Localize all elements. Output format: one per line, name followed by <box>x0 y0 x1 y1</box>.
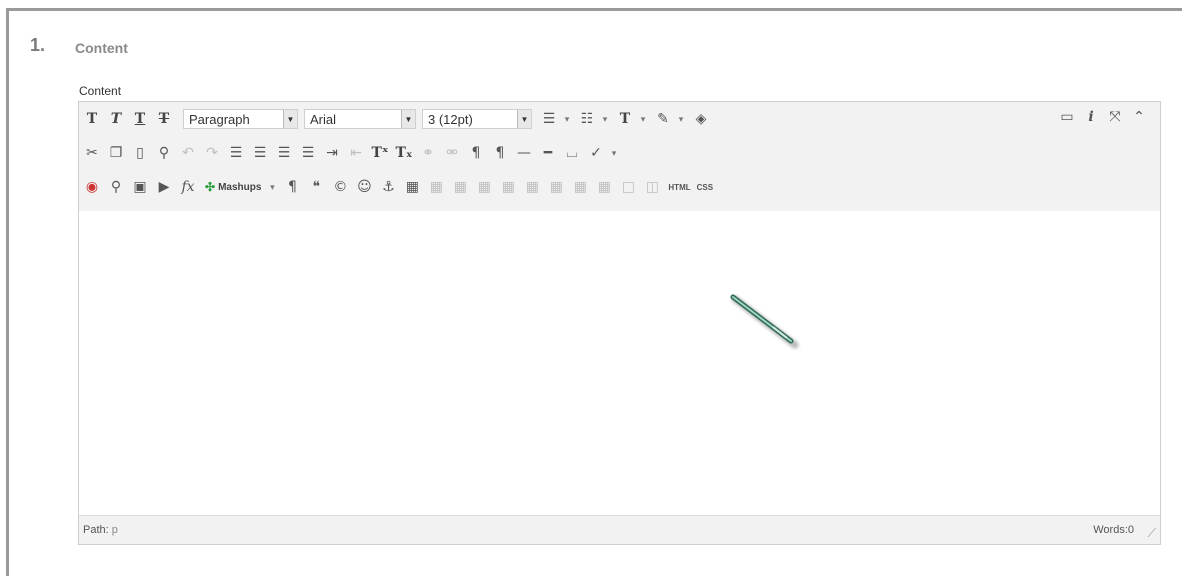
equation-icon[interactable]: fx <box>177 176 199 198</box>
chevron-down-icon: ▼ <box>283 110 297 128</box>
insert-col-before-icon[interactable]: ▦ <box>545 176 567 198</box>
pen-cursor-icon <box>730 294 799 349</box>
info-icon[interactable]: i <box>1080 106 1102 128</box>
image-icon[interactable]: ▣ <box>129 176 151 198</box>
css-button[interactable]: CSS <box>694 176 716 198</box>
editor-statusbar: Path: p Words:0 ⟋ <box>79 515 1160 544</box>
quote-icon[interactable]: ❝ <box>305 176 327 198</box>
table-row-props-icon[interactable]: ▦ <box>425 176 447 198</box>
dropdown-arrow-icon[interactable]: ▾ <box>562 114 572 125</box>
subscript-icon[interactable]: Tₓ <box>393 142 415 164</box>
field-label: Content <box>79 84 122 98</box>
rich-text-editor: T T T T Paragraph ▼ Arial ▼ 3 (12pt) ▼ ☰… <box>78 101 1161 545</box>
unlink-icon[interactable]: ⚮ <box>441 142 463 164</box>
element-path: Path: p <box>83 524 118 536</box>
toolbar-row-3: ◉ ⚲ ▣ ▶ fx ✣ Mashups ▾ ¶ ❝ © ☺ ⚓ ▦ ▦ ▦ ▦… <box>81 174 716 200</box>
html-button[interactable]: HTML <box>665 176 693 198</box>
merge-cells-icon[interactable]: ◫ <box>641 176 663 198</box>
media-icon[interactable]: ▶ <box>153 176 175 198</box>
toolbar-right-tools: ▭ i ⤧ ⌃ <box>1056 106 1152 128</box>
record-icon[interactable]: ◉ <box>81 176 103 198</box>
dropdown-arrow-icon[interactable]: ▾ <box>609 148 619 159</box>
path-value[interactable]: p <box>112 524 118 536</box>
insert-row-before-icon[interactable]: ▦ <box>473 176 495 198</box>
strikethrough-icon[interactable]: T <box>153 108 175 130</box>
anchor-icon[interactable]: ⚓ <box>377 176 399 198</box>
dropdown-arrow-icon[interactable]: ▾ <box>267 182 277 193</box>
nbsp-icon[interactable]: ⌴ <box>561 142 583 164</box>
italic-icon[interactable]: T <box>105 108 127 130</box>
toolbar-row-1: T T T T Paragraph ▼ Arial ▼ 3 (12pt) ▼ ☰… <box>81 106 714 132</box>
word-count: Words:0 <box>1093 524 1134 536</box>
step-title: Content <box>75 40 128 56</box>
chevron-down-icon: ▼ <box>401 110 415 128</box>
dropdown-arrow-icon[interactable]: ▾ <box>676 114 686 125</box>
collapse-icon[interactable]: ⌃ <box>1128 106 1150 128</box>
numbered-list-icon[interactable]: ☷ <box>576 108 598 130</box>
split-cells-icon[interactable]: □ <box>617 176 639 198</box>
spellcheck-icon[interactable]: ✓ <box>585 142 607 164</box>
format-select[interactable]: Paragraph ▼ <box>183 109 298 129</box>
redo-icon[interactable]: ↷ <box>201 142 223 164</box>
rtl-icon[interactable]: ¶ <box>489 142 511 164</box>
outdent-icon[interactable]: ⇤ <box>345 142 367 164</box>
bullet-list-icon[interactable]: ☰ <box>538 108 560 130</box>
superscript-icon[interactable]: Tˣ <box>369 142 391 164</box>
chevron-down-icon: ▼ <box>517 110 531 128</box>
find-icon[interactable]: ⚲ <box>153 142 175 164</box>
link-icon[interactable]: ⚭ <box>417 142 439 164</box>
emoticon-icon[interactable]: ☺ <box>353 176 375 198</box>
insert-col-after-icon[interactable]: ▦ <box>569 176 591 198</box>
copyright-icon[interactable]: © <box>329 176 351 198</box>
resize-handle-icon[interactable]: ⟋ <box>1148 526 1156 541</box>
paste-icon[interactable]: ▯ <box>129 142 151 164</box>
size-select-value: 3 (12pt) <box>428 111 473 127</box>
align-left-icon[interactable]: ☰ <box>225 142 247 164</box>
path-label: Path: <box>83 524 109 536</box>
delete-col-icon[interactable]: ▦ <box>593 176 615 198</box>
paragraph-mark-icon[interactable]: ¶ <box>281 176 303 198</box>
dropdown-arrow-icon[interactable]: ▾ <box>638 114 648 125</box>
text-color-icon[interactable]: T <box>614 108 636 130</box>
editor-toolbar: T T T T Paragraph ▼ Arial ▼ 3 (12pt) ▼ ☰… <box>79 102 1160 212</box>
copy-icon[interactable]: ❐ <box>105 142 127 164</box>
step-number: 1. <box>30 35 46 55</box>
size-select[interactable]: 3 (12pt) ▼ <box>422 109 532 129</box>
mashups-button[interactable]: ✣ Mashups <box>201 177 265 197</box>
mashups-label: Mashups <box>218 181 262 193</box>
editor-content-area[interactable] <box>79 211 1160 516</box>
bold-icon[interactable]: T <box>81 108 103 130</box>
undo-icon[interactable]: ↶ <box>177 142 199 164</box>
hr-icon[interactable]: — <box>513 142 535 164</box>
preview-icon[interactable]: ▭ <box>1056 106 1078 128</box>
dropdown-arrow-icon[interactable]: ▾ <box>600 114 610 125</box>
highlight-icon[interactable]: ✎ <box>652 108 674 130</box>
align-center-icon[interactable]: ☰ <box>249 142 271 164</box>
align-right-icon[interactable]: ☰ <box>273 142 295 164</box>
mashups-icon: ✣ <box>205 180 216 194</box>
insert-row-after-icon[interactable]: ▦ <box>497 176 519 198</box>
format-select-value: Paragraph <box>189 111 250 127</box>
fullscreen-icon[interactable]: ⤧ <box>1104 106 1126 128</box>
hr-thick-icon[interactable]: ━ <box>537 142 559 164</box>
underline-icon[interactable]: T <box>129 108 151 130</box>
attach-icon[interactable]: ⚲ <box>105 176 127 198</box>
table-icon[interactable]: ▦ <box>401 176 423 198</box>
cut-icon[interactable]: ✂ <box>81 142 103 164</box>
toolbar-row-2: ✂ ❐ ▯ ⚲ ↶ ↷ ☰ ☰ ☰ ☰ ⇥ ⇤ Tˣ Tₓ ⚭ ⚮ ¶ ¶ — … <box>81 140 623 166</box>
ltr-icon[interactable]: ¶ <box>465 142 487 164</box>
delete-row-icon[interactable]: ▦ <box>521 176 543 198</box>
font-select-value: Arial <box>310 111 337 127</box>
justify-icon[interactable]: ☰ <box>297 142 319 164</box>
font-select[interactable]: Arial ▼ <box>304 109 416 129</box>
eraser-icon[interactable]: ◈ <box>690 108 712 130</box>
indent-icon[interactable]: ⇥ <box>321 142 343 164</box>
table-cell-props-icon[interactable]: ▦ <box>449 176 471 198</box>
